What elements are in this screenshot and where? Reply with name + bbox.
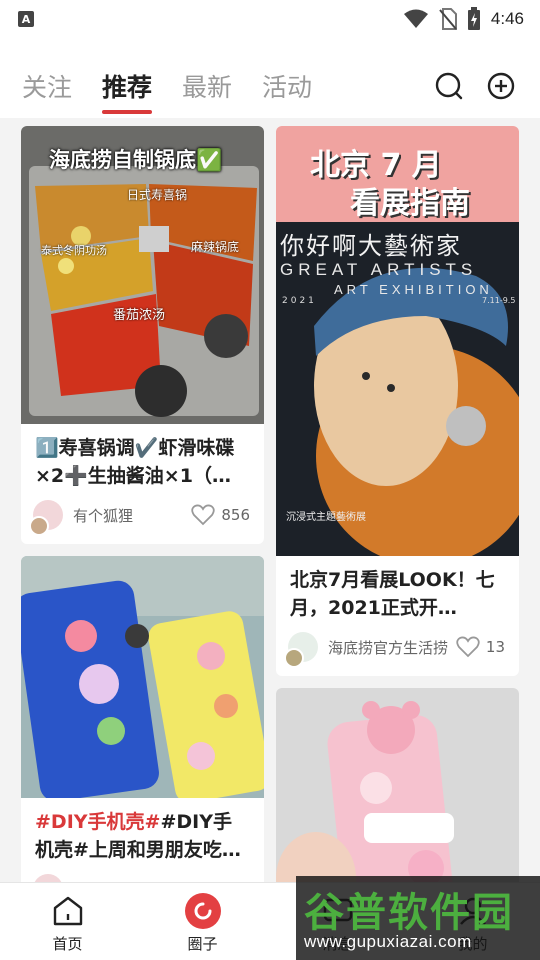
status-left: A: [18, 11, 34, 27]
post-meta: 海底捞官方生活捞 13: [276, 622, 519, 676]
tab-recommended-label: 推荐: [102, 73, 153, 102]
battery-charging-icon: [467, 7, 480, 30]
wifi-icon: [403, 9, 428, 28]
image-label: 番茄浓汤: [113, 308, 166, 323]
app-notification-icon: A: [18, 11, 34, 27]
phone-cases-photo: [21, 556, 264, 798]
poster-title-line-2: 看展指南: [350, 186, 470, 221]
post-image-exhibition-poster[interactable]: 北京 7 月 看展指南 你好啊大藝術家 GREAT ARTISTS ART EX…: [276, 126, 519, 556]
site-watermark: 谷普软件园 www.gupuxiazai.com: [296, 876, 540, 960]
nav-circle-label: 圈子: [187, 935, 218, 953]
nav-circle[interactable]: 圈子: [135, 883, 270, 960]
create-post-button[interactable]: [486, 71, 516, 101]
heart-icon: [456, 636, 480, 658]
poster-caption: 沉浸式主題藝術展: [286, 512, 366, 523]
avatar[interactable]: [33, 874, 63, 882]
overlay-title: 海底捞自制锅底✅: [49, 148, 223, 172]
feed-column-left: 海底捞自制锅底✅ 日式寿喜锅 泰式冬阴功汤 麻辣锅底 番茄浓汤 1️⃣寿喜锅调✔…: [21, 126, 264, 882]
poster-year: 2021: [282, 296, 317, 306]
status-time: 4:46: [490, 9, 524, 28]
image-label: 泰式冬阴功汤: [41, 244, 107, 257]
avatar[interactable]: [29, 500, 63, 536]
home-icon: [50, 893, 86, 929]
like-count: 856: [221, 506, 250, 524]
feed-column-right: 北京 7 月 看展指南 你好啊大藝術家 GREAT ARTISTS ART EX…: [276, 126, 519, 882]
nav-home-label: 首页: [52, 935, 83, 953]
header-actions: [434, 71, 540, 101]
poster-english-title: GREAT ARTISTS: [280, 260, 478, 279]
image-label: 麻辣锅底: [191, 240, 240, 254]
search-icon: [435, 72, 463, 100]
like-button[interactable]: 856: [191, 504, 250, 526]
active-tab-indicator: [102, 110, 153, 114]
nav-home[interactable]: 首页: [0, 883, 135, 960]
poster-dates: 7.11-9.5: [482, 296, 516, 305]
post-title[interactable]: 北京7月看展LOOK！七月，2021正式开…: [276, 556, 519, 622]
post-card[interactable]: 北京 7 月 看展指南 你好啊大藝術家 GREAT ARTISTS ART EX…: [276, 126, 519, 676]
watermark-title: 谷普软件园: [304, 890, 514, 936]
avatar[interactable]: [284, 632, 318, 668]
poster-subtitle: 你好啊大藝術家: [280, 232, 462, 260]
post-meta: [21, 864, 264, 882]
tab-latest[interactable]: 最新: [182, 68, 232, 104]
post-card[interactable]: [276, 688, 519, 882]
post-title[interactable]: 1️⃣寿喜锅调✔️虾滑味碟×2➕生抽酱油×1（…: [21, 424, 264, 490]
watermark-url: www.gupuxiazai.com: [304, 932, 472, 951]
author-name[interactable]: 海底捞官方生活捞: [328, 637, 456, 658]
like-count: 13: [485, 638, 505, 656]
tab-recommended[interactable]: 推荐: [102, 68, 153, 114]
post-image-bear-case[interactable]: [276, 688, 519, 882]
bear-case-photo: [276, 688, 519, 882]
add-circle-icon: [487, 72, 515, 100]
post-card[interactable]: 海底捞自制锅底✅ 日式寿喜锅 泰式冬阴功汤 麻辣锅底 番茄浓汤 1️⃣寿喜锅调✔…: [21, 126, 264, 544]
post-card[interactable]: #DIY手机壳##DIY手机壳#上周和男朋友吃…: [21, 556, 264, 882]
post-title[interactable]: #DIY手机壳##DIY手机壳#上周和男朋友吃…: [21, 798, 264, 864]
heart-icon: [191, 504, 216, 526]
post-image-hotpot[interactable]: 海底捞自制锅底✅ 日式寿喜锅 泰式冬阴功汤 麻辣锅底 番茄浓汤: [21, 126, 264, 424]
poster-english-subtitle: ART EXHIBITION: [334, 282, 493, 297]
level-badge-icon: [29, 516, 49, 536]
post-hashtag[interactable]: #DIY手机壳#: [35, 811, 160, 833]
status-right: 4:46: [403, 7, 524, 31]
post-image-phone-cases[interactable]: [21, 556, 264, 798]
image-label: 日式寿喜锅: [127, 188, 188, 202]
official-badge-icon: [284, 648, 304, 668]
post-meta: 有个狐狸 856: [21, 490, 264, 544]
author-name[interactable]: 有个狐狸: [73, 505, 191, 526]
feed-tabs: 关注 推荐 最新 活动: [0, 60, 540, 114]
tab-following[interactable]: 关注: [22, 68, 72, 104]
tab-events[interactable]: 活动: [262, 68, 312, 104]
circle-community-icon: [184, 893, 221, 929]
no-sim-icon: [439, 8, 457, 30]
post-feed[interactable]: 海底捞自制锅底✅ 日式寿喜锅 泰式冬阴功汤 麻辣锅底 番茄浓汤 1️⃣寿喜锅调✔…: [0, 118, 540, 882]
search-button[interactable]: [434, 71, 464, 101]
like-button[interactable]: 13: [456, 636, 505, 658]
status-bar: A 4:46: [0, 0, 540, 38]
